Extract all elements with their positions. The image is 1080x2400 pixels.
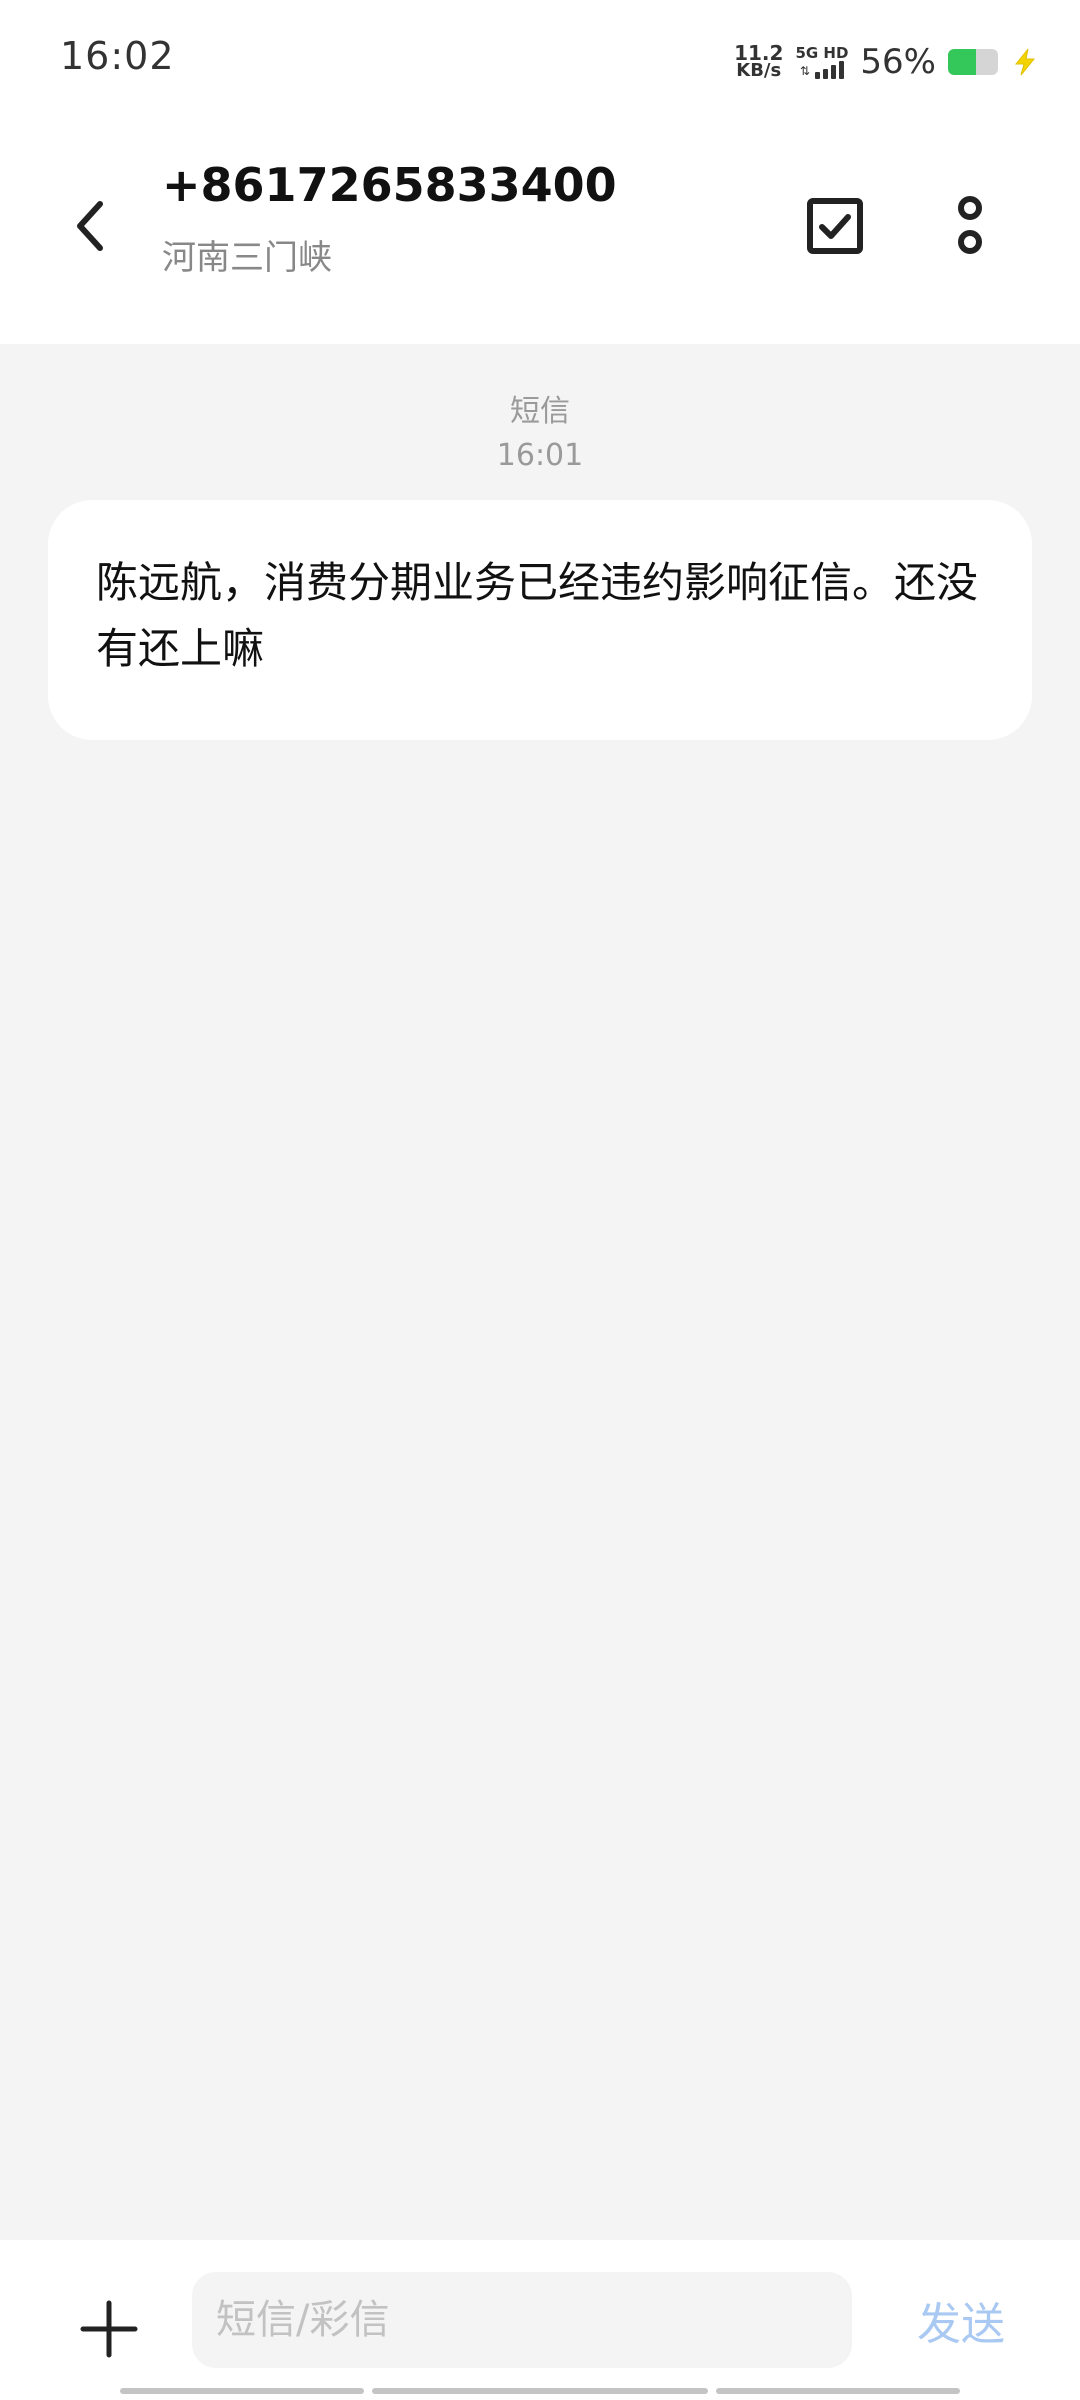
chevron-left-icon [77,201,103,251]
status-time: 16:02 [60,34,175,78]
add-attachment-button[interactable] [74,2294,144,2364]
signal-bars-icon: ⇅ [800,61,844,79]
contact-number[interactable]: +8617265833400 [162,158,617,212]
nav-handle-segment [372,2388,708,2394]
status-indicators: 11.2 KB/s 5G HD ⇅ 56% [734,40,1040,84]
message-bubble[interactable]: 陈远航，消费分期业务已经违约影响征信。还没有还上嘛 [48,500,1032,740]
select-messages-button[interactable] [800,186,870,266]
network-speed: 11.2 KB/s [734,43,783,81]
message-input[interactable] [192,2272,852,2368]
plus-icon [80,2300,138,2358]
checkbox-icon [807,198,863,254]
more-options-button[interactable] [940,186,1000,266]
network-speed-unit: KB/s [736,60,782,81]
battery-icon [948,49,998,75]
send-button[interactable]: 发送 [906,2280,1016,2360]
message-meta: 短信 16:01 [0,390,1080,478]
nav-handle-segment [716,2388,960,2394]
nav-handle-segment [120,2388,364,2394]
battery-fill [948,49,976,75]
conversation-header: +8617265833400 河南三门峡 [0,120,1080,344]
battery-percent: 56% [860,42,936,82]
data-arrows-icon: ⇅ [799,64,810,78]
status-bar: 16:02 11.2 KB/s 5G HD ⇅ 56% [0,0,1080,120]
back-button[interactable] [60,186,120,266]
message-list[interactable]: 短信 16:01 陈远航，消费分期业务已经违约影响征信。还没有还上嘛 [0,344,1080,2240]
cell-signal: 5G HD ⇅ [795,45,848,79]
message-timestamp: 16:01 [496,438,584,473]
messaging-screen: 16:02 11.2 KB/s 5G HD ⇅ 56% +86172658334… [0,0,1080,2400]
message-type-label: 短信 [510,394,570,429]
network-type-label: 5G HD [795,44,849,62]
more-vertical-icon [958,196,982,254]
compose-bar: 发送 [0,2240,1080,2400]
charging-bolt-icon [1014,48,1036,76]
contact-location: 河南三门峡 [162,238,332,278]
